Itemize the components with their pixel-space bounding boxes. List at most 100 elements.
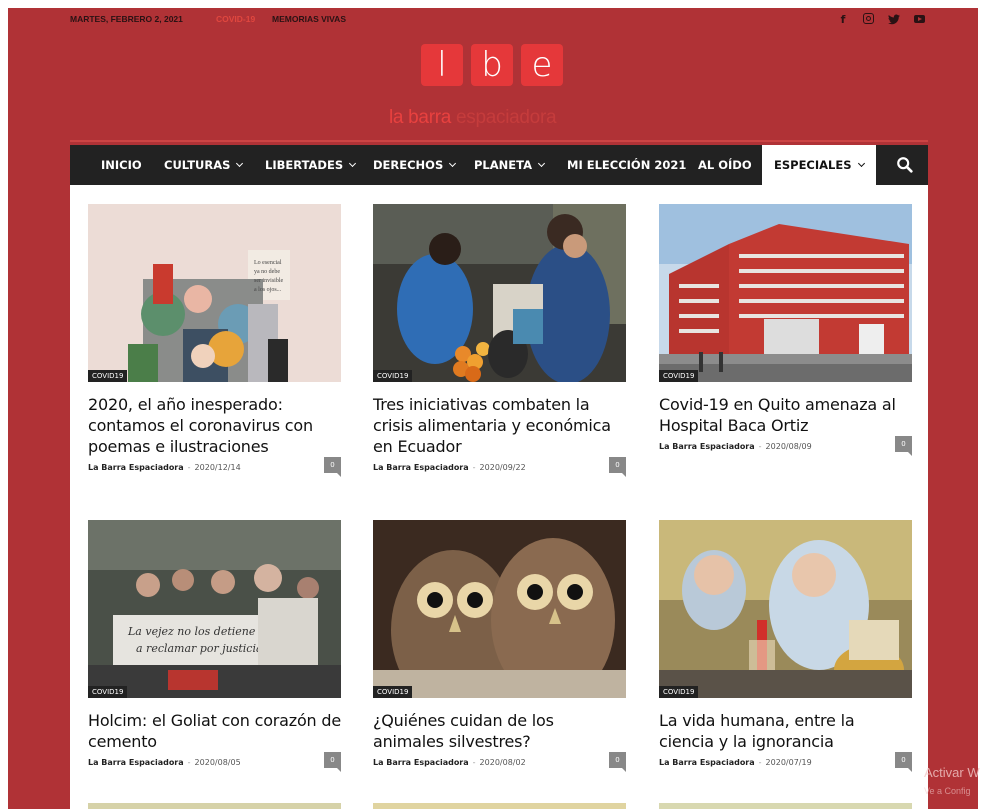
nav-item-planeta[interactable]: PLANETA — [474, 145, 546, 185]
nav-item-derechos[interactable]: DERECHOS — [373, 145, 457, 185]
svg-text:La vejez no los detiene: La vejez no los detiene — [127, 625, 256, 638]
category-badge[interactable]: COVID19 — [373, 686, 413, 698]
top-bar: MARTES, FEBRERO 2, 2021 COVID-19 MEMORIA… — [70, 12, 925, 28]
collage-illustration: Lo esencial ya no debe ser invisible a l… — [88, 204, 341, 382]
article-card: COVID19 La vida humana, entre la ciencia… — [659, 520, 912, 776]
article-thumbnail[interactable]: La vejez no los detiene a reclamar por j… — [88, 520, 341, 698]
comment-count-badge[interactable]: 0 — [324, 457, 341, 477]
comment-count-badge[interactable]: 0 — [324, 752, 341, 772]
protest-photo: La vejez no los detiene a reclamar por j… — [88, 520, 341, 698]
article-author[interactable]: La Barra Espaciadora — [659, 442, 755, 451]
activation-watermark: Activar W — [924, 765, 980, 780]
facebook-icon[interactable]: f — [837, 12, 849, 26]
article-meta: La Barra Espaciadora -2020/08/05 0 — [88, 752, 341, 776]
article-author[interactable]: La Barra Espaciadora — [88, 463, 184, 472]
chevron-down-icon — [349, 159, 357, 168]
category-badge[interactable]: COVID19 — [88, 686, 128, 698]
article-card: COVID19 ¿Quiénes cuidan de los animales … — [373, 520, 626, 776]
category-badge[interactable]: COVID19 — [659, 686, 699, 698]
comment-count-badge[interactable]: 0 — [895, 752, 912, 772]
nav-label: CULTURAS — [164, 158, 231, 172]
article-title[interactable]: Tres iniciativas combaten la crisis alim… — [373, 394, 626, 457]
article-card: COVID19 Tres iniciativas combaten la cri… — [373, 204, 626, 481]
article-thumbnail[interactable]: COVID19 — [659, 204, 912, 382]
topbar-link-memorias[interactable]: MEMORIAS VIVAS — [272, 14, 346, 24]
article-meta: La Barra Espaciadora -2020/09/22 0 — [373, 457, 626, 481]
header-divider — [70, 140, 928, 142]
svg-text:Lo esencial: Lo esencial — [254, 260, 282, 266]
article-card: La vejez no los detiene a reclamar por j… — [88, 520, 341, 776]
comment-count-badge[interactable]: 0 — [895, 436, 912, 456]
article-title[interactable]: Holcim: el Goliat con corazón de cemento — [88, 710, 341, 752]
article-author[interactable]: La Barra Espaciadora — [373, 758, 469, 767]
nav-label: AL OÍDO — [698, 158, 752, 172]
next-article-thumbnail[interactable] — [373, 803, 626, 809]
article-author[interactable]: La Barra Espaciadora — [88, 758, 184, 767]
current-date: MARTES, FEBRERO 2, 2021 — [70, 14, 183, 24]
nav-item-especiales[interactable]: ESPECIALES — [762, 145, 876, 185]
logo-letter-b: b — [471, 44, 513, 86]
next-article-thumbnail[interactable] — [659, 803, 912, 809]
tagline-part2: espaciadora — [456, 107, 557, 128]
chevron-down-icon — [537, 159, 546, 168]
article-author[interactable]: La Barra Espaciadora — [373, 463, 469, 472]
nav-item-al-oido[interactable]: AL OÍDO — [698, 145, 752, 185]
social-links: f — [837, 12, 925, 26]
next-article-thumbnail[interactable] — [88, 803, 341, 809]
content-area: Lo esencial ya no debe ser invisible a l… — [70, 185, 928, 809]
article-card: COVID19 Covid-19 en Quito amenaza al Hos… — [659, 204, 912, 460]
lab-photo — [659, 520, 912, 698]
article-card: Lo esencial ya no debe ser invisible a l… — [88, 204, 341, 481]
article-meta: La Barra Espaciadora -2020/08/02 0 — [373, 752, 626, 776]
twitter-icon[interactable] — [888, 12, 900, 26]
article-date: 2020/12/14 — [194, 463, 241, 472]
article-date: 2020/08/05 — [194, 758, 241, 767]
article-thumbnail[interactable]: COVID19 — [373, 520, 626, 698]
article-author[interactable]: La Barra Espaciadora — [659, 758, 755, 767]
article-date: 2020/07/19 — [765, 758, 812, 767]
comment-count-badge[interactable]: 0 — [609, 457, 626, 477]
article-thumbnail[interactable]: Lo esencial ya no debe ser invisible a l… — [88, 204, 341, 382]
nav-label: INICIO — [101, 158, 142, 172]
nav-label: PLANETA — [474, 158, 532, 172]
instagram-icon[interactable] — [863, 13, 874, 24]
article-title[interactable]: Covid-19 en Quito amenaza al Hospital Ba… — [659, 394, 912, 436]
article-title[interactable]: ¿Quiénes cuidan de los animales silvestr… — [373, 710, 626, 752]
article-date: 2020/09/22 — [479, 463, 526, 472]
activation-watermark-sub: Ve a Config — [924, 786, 971, 796]
article-thumbnail[interactable]: COVID19 — [373, 204, 626, 382]
site-logo[interactable]: l b e — [421, 44, 563, 86]
window-edge — [978, 0, 985, 809]
hospital-photo — [659, 204, 912, 382]
main-nav: INICIO CULTURAS LIBERTADES DERECHOS PLAN… — [70, 145, 928, 185]
article-meta: La Barra Espaciadora -2020/12/14 0 — [88, 457, 341, 481]
svg-text:ya no debe: ya no debe — [254, 269, 280, 275]
category-badge[interactable]: COVID19 — [659, 370, 699, 382]
category-badge[interactable]: COVID19 — [373, 370, 413, 382]
nav-item-inicio[interactable]: INICIO — [101, 145, 142, 185]
svg-text:a los ojos...: a los ojos... — [254, 287, 282, 293]
nav-label: ESPECIALES — [774, 158, 852, 172]
topbar-link-covid[interactable]: COVID-19 — [216, 14, 255, 24]
nav-item-libertades[interactable]: LIBERTADES — [265, 145, 357, 185]
article-meta: La Barra Espaciadora -2020/08/09 0 — [659, 436, 912, 460]
youtube-icon[interactable] — [914, 15, 925, 23]
category-badge[interactable]: COVID19 — [88, 370, 128, 382]
article-thumbnail[interactable]: COVID19 — [659, 520, 912, 698]
site-tagline[interactable]: la barra espaciadora — [389, 107, 557, 129]
article-title[interactable]: La vida humana, entre la ciencia y la ig… — [659, 710, 912, 752]
tagline-part1: la barra — [389, 107, 452, 128]
nav-item-mi-eleccion[interactable]: MI ELECCIÓN 2021 — [567, 145, 686, 185]
chevron-down-icon — [857, 159, 865, 168]
article-title[interactable]: 2020, el año inesperado: contamos el cor… — [88, 394, 341, 457]
nav-label: MI ELECCIÓN 2021 — [567, 158, 687, 172]
nav-label: LIBERTADES — [265, 158, 344, 172]
search-icon[interactable] — [896, 156, 914, 174]
chevron-down-icon — [236, 159, 244, 168]
article-date: 2020/08/09 — [765, 442, 812, 451]
comment-count-badge[interactable]: 0 — [609, 752, 626, 772]
logo-letter-e: e — [521, 44, 563, 86]
nav-item-culturas[interactable]: CULTURAS — [164, 145, 244, 185]
window-edge — [0, 0, 8, 809]
article-meta: La Barra Espaciadora -2020/07/19 0 — [659, 752, 912, 776]
